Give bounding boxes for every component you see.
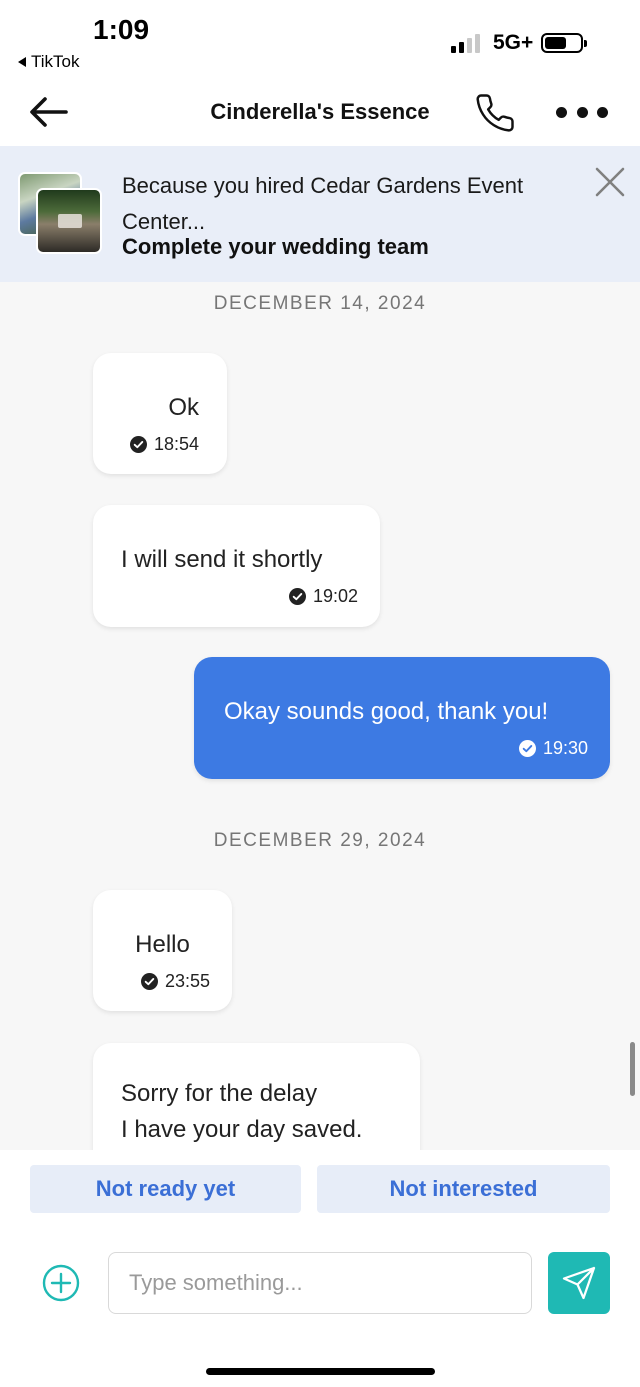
close-banner-button[interactable] (594, 166, 626, 198)
more-options-button[interactable] (556, 100, 608, 124)
venue-thumbnails (18, 172, 102, 256)
message-time: 18:54 (153, 434, 199, 454)
message-text: Hello (135, 931, 190, 958)
banner-cta[interactable]: Complete your wedding team (122, 234, 429, 260)
message-time: 19:30 (542, 738, 588, 758)
message-meta: 23:55 (115, 971, 210, 992)
more-dots-icon (556, 106, 567, 118)
signal-strength-icon (451, 33, 480, 53)
send-paper-plane-icon (562, 1266, 596, 1300)
date-separator: DECEMBER 14, 2024 (213, 293, 427, 314)
check-circle-icon (140, 973, 158, 990)
message-text: Okay sounds good, thank you! (224, 698, 549, 725)
message-bubble-incoming: Ok 18:54 (93, 353, 227, 474)
check-circle-icon (518, 740, 536, 757)
message-time: 19:02 (312, 586, 358, 606)
close-icon (595, 167, 625, 197)
check-circle-icon (288, 588, 306, 605)
home-indicator[interactable] (206, 1368, 435, 1375)
back-button[interactable] (26, 94, 70, 130)
venue-photo-2 (36, 188, 102, 254)
plus-circle-icon (42, 1264, 80, 1302)
date-separator: DECEMBER 29, 2024 (213, 830, 427, 851)
scrollbar[interactable] (630, 1042, 635, 1096)
status-bar: 1:09 TikTok 5G+ (0, 0, 640, 80)
battery-icon (541, 33, 587, 53)
not-interested-button[interactable]: Not interested (317, 1165, 610, 1213)
message-text: Ok (168, 394, 199, 421)
conversation-title: Cinderella's Essence (210, 99, 430, 124)
message-bubble-incoming: I will send it shortly 19:02 (93, 505, 380, 627)
message-bubble-outgoing: Okay sounds good, thank you! 19:30 (194, 657, 610, 779)
send-button[interactable] (548, 1252, 610, 1314)
network-type: 5G+ (493, 31, 534, 54)
not-ready-yet-button[interactable]: Not ready yet (30, 1165, 301, 1213)
back-arrow-icon (30, 97, 68, 127)
message-meta: 19:02 (121, 586, 358, 607)
chat-header: Cinderella's Essence (0, 80, 640, 146)
message-meta: 18:54 (121, 434, 199, 455)
message-text: I will send it shortly (121, 546, 323, 573)
phone-icon (476, 94, 514, 132)
banner-message: Because you hired Cedar Gardens Event Ce… (122, 173, 524, 234)
back-triangle-icon (18, 57, 26, 67)
message-time: 23:55 (164, 971, 210, 991)
add-attachment-button[interactable] (42, 1264, 80, 1302)
call-button[interactable] (474, 92, 516, 134)
back-app-label: TikTok (31, 52, 80, 71)
message-text: Sorry for the delay I have your day save… (121, 1080, 363, 1143)
message-meta: 19:30 (224, 738, 588, 759)
recommendation-banner[interactable]: Because you hired Cedar Gardens Event Ce… (0, 146, 640, 282)
back-to-app-link[interactable]: TikTok (18, 52, 80, 72)
message-input[interactable] (108, 1252, 532, 1314)
status-time: 1:09 (93, 14, 150, 45)
message-bubble-incoming: Hello 23:55 (93, 890, 232, 1011)
check-circle-icon (129, 436, 147, 453)
